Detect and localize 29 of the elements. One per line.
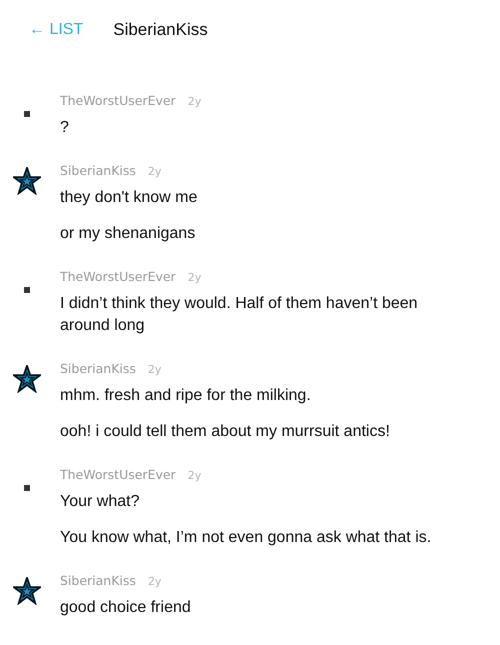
username: TheWorstUserEver bbox=[60, 93, 176, 108]
timestamp: 2y bbox=[148, 363, 162, 376]
message-text: You know what, I’m not even gonna ask what that is. bbox=[60, 528, 432, 548]
username: TheWorstUserEver bbox=[60, 269, 176, 284]
message-text: ? bbox=[60, 118, 70, 138]
timestamp: 2y bbox=[148, 165, 162, 178]
timestamp: 2y bbox=[148, 575, 162, 588]
message-text: or my shenanigans bbox=[60, 224, 196, 244]
username: SiberianKiss bbox=[60, 573, 136, 588]
chat-title: SiberianKiss bbox=[113, 20, 208, 40]
message-text: mhm. fresh and ripe for the milking. bbox=[60, 386, 312, 406]
timestamp: 2y bbox=[188, 469, 202, 482]
message-text: Your what? bbox=[60, 492, 140, 512]
avatar-icon bbox=[24, 485, 30, 491]
message-text: ooh! i could tell them about my murrsuit antics! bbox=[60, 422, 391, 442]
star-avatar-icon bbox=[13, 577, 41, 605]
username: SiberianKiss bbox=[60, 361, 136, 376]
timestamp: 2y bbox=[188, 95, 202, 108]
username: TheWorstUserEver bbox=[60, 467, 176, 482]
back-link[interactable]: ← LIST bbox=[29, 21, 84, 39]
star-avatar-icon bbox=[13, 365, 41, 393]
message-text: good choice friend bbox=[60, 598, 192, 618]
message-text: I didn’t think they would. Half of them haven’t been around long bbox=[60, 294, 419, 336]
message-text: they don't know me bbox=[60, 188, 198, 208]
username: SiberianKiss bbox=[60, 163, 136, 178]
timestamp: 2y bbox=[188, 271, 202, 284]
star-avatar-icon bbox=[13, 167, 41, 195]
avatar-icon bbox=[24, 111, 30, 117]
avatar-icon bbox=[24, 287, 30, 293]
